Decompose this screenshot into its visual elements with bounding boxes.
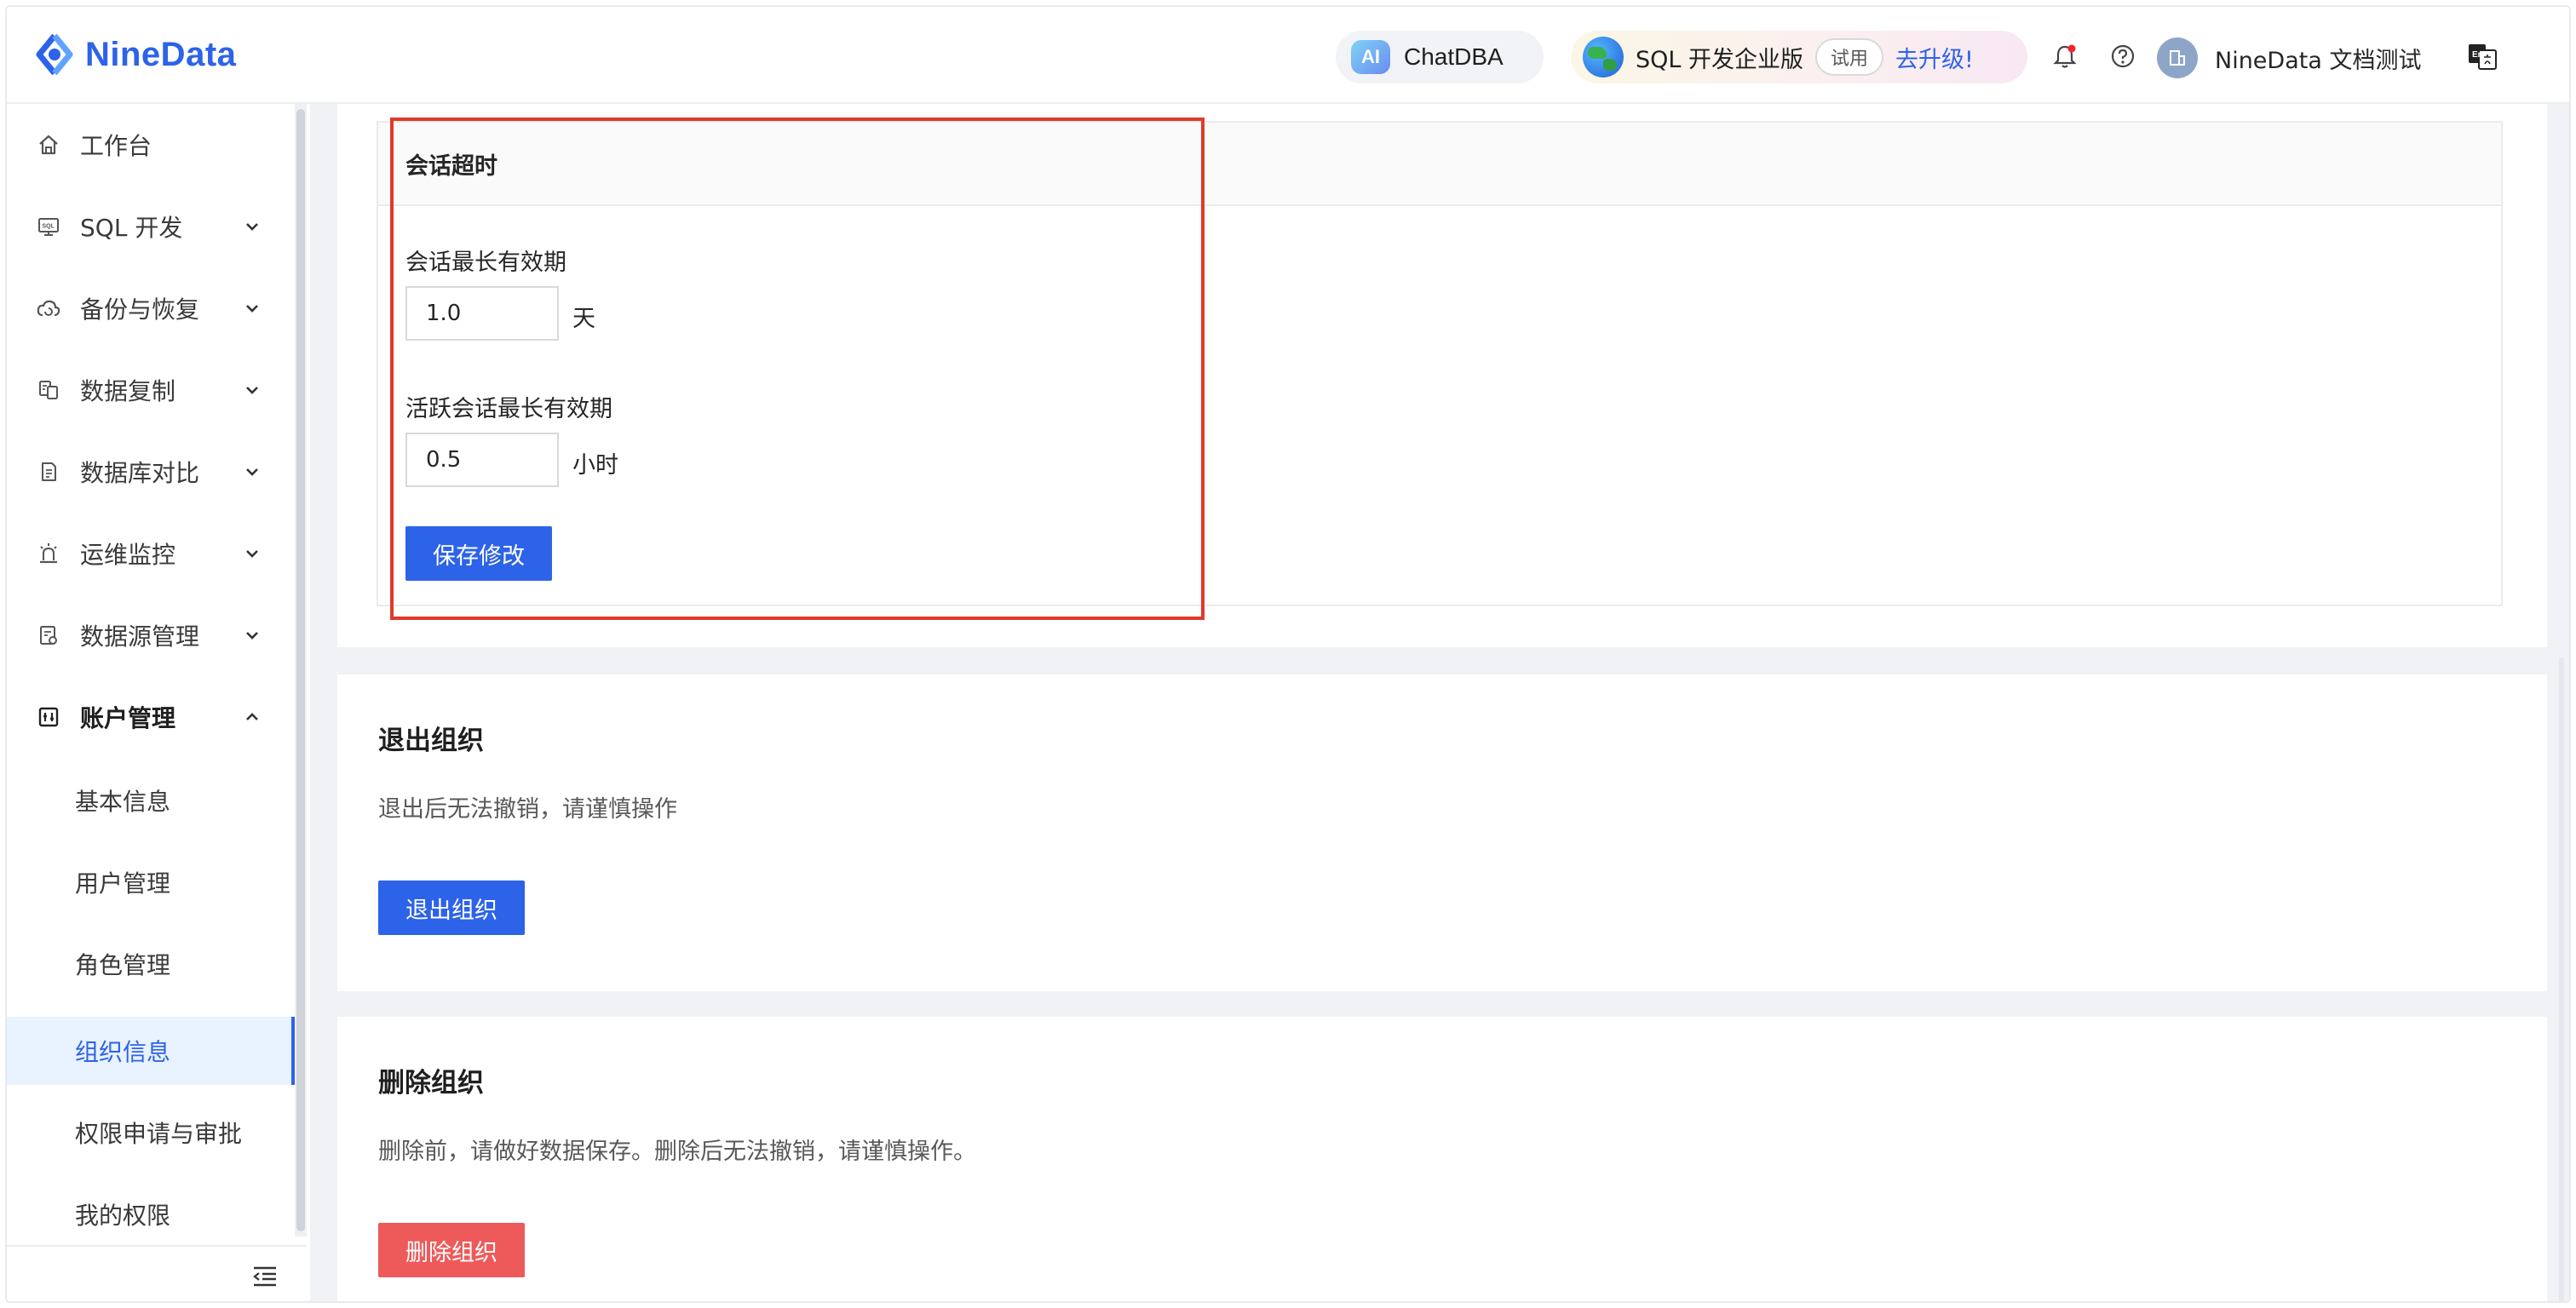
edition-label: SQL 开发企业版 <box>1636 46 1804 73</box>
sidebar-item-label: 备份与恢复 <box>80 295 200 324</box>
delete-org-button[interactable]: 删除组织 <box>378 1223 525 1277</box>
sidebar-item-label: 工作台 <box>80 132 152 160</box>
bell-icon[interactable] <box>2051 43 2079 70</box>
sidebar-item-monitoring[interactable]: 运维监控 <box>7 513 296 594</box>
delete-org-card: 删除组织 删除前，请做好数据保存。删除后无法撤销，请谨慎操作。 删除组织 <box>337 1017 2547 1301</box>
sidebar-subitem-label: 权限申请与审批 <box>75 1120 243 1148</box>
sidebar-item-account[interactable]: 账户管理 <box>7 676 296 758</box>
chevron-down-icon <box>246 632 258 640</box>
sidebar-item-label: 数据复制 <box>80 377 176 405</box>
max-session-input[interactable] <box>405 286 559 341</box>
logo[interactable]: NineData <box>32 32 236 77</box>
globe-icon <box>1583 37 1624 77</box>
leave-org-button[interactable]: 退出组织 <box>378 881 525 935</box>
chatdba-button[interactable]: AI ChatDBA <box>1336 31 1544 83</box>
chevron-down-icon <box>246 468 258 476</box>
user-menu[interactable]: NineData 文档测试 <box>2157 37 2421 78</box>
collapse-sidebar-icon[interactable] <box>250 1262 279 1291</box>
chatdba-label: ChatDBA <box>1404 43 1504 70</box>
help-icon[interactable] <box>2109 43 2136 70</box>
sidebar-subitem-org-info[interactable]: 组织信息 <box>7 1017 296 1085</box>
sidebar-item-label: 数据源管理 <box>80 622 200 651</box>
compare-icon <box>36 459 61 485</box>
max-session-label: 会话最长有效期 <box>405 250 566 276</box>
copy-icon <box>36 377 61 403</box>
logo-text: NineData <box>85 35 237 73</box>
sidebar-subitem-my-permissions[interactable]: 我的权限 <box>7 1173 296 1255</box>
active-session-label: 活跃会话最长有效期 <box>405 396 612 422</box>
sidebar-item-label: 运维监控 <box>80 541 176 569</box>
app-window: NineData AI ChatDBA SQL 开发企业版 试用 去升级! Ni… <box>5 5 2571 1303</box>
sidebar: 工作台 SQL SQL 开发 备份与恢复 数据复制 数据库对比 运维监控 数据源… <box>7 104 310 1301</box>
account-icon <box>36 704 61 730</box>
svg-text:SQL: SQL <box>43 224 55 230</box>
sidebar-footer <box>7 1245 307 1301</box>
svg-text:En: En <box>2472 50 2483 60</box>
org-avatar-icon <box>2157 37 2198 78</box>
session-timeout-title: 会话超时 <box>405 152 497 180</box>
sidebar-subitem-label: 我的权限 <box>75 1202 171 1230</box>
sidebar-subitem-permission-approval[interactable]: 权限申请与审批 <box>7 1092 296 1173</box>
chevron-down-icon <box>246 223 258 231</box>
session-timeout-panel: 会话超时 会话最长有效期 天 活跃会话最长有效期 小时 保存修改 <box>377 121 2503 606</box>
sidebar-subitem-role-management[interactable]: 角色管理 <box>7 923 296 1005</box>
chevron-down-icon <box>246 305 258 313</box>
alarm-icon <box>36 541 61 566</box>
top-header: NineData AI ChatDBA SQL 开发企业版 试用 去升级! Ni… <box>7 7 2569 104</box>
sidebar-item-workbench[interactable]: 工作台 <box>7 104 296 186</box>
delete-org-title: 删除组织 <box>378 1068 484 1099</box>
leave-org-description: 退出后无法撤销，请谨慎操作 <box>378 796 677 823</box>
active-session-unit: 小时 <box>572 452 618 479</box>
sidebar-item-label: 数据库对比 <box>80 459 200 487</box>
sidebar-item-datasource[interactable]: 数据源管理 <box>7 594 296 676</box>
delete-org-description: 删除前，请做好数据保存。删除后无法撤销，请谨慎操作。 <box>378 1139 976 1165</box>
sidebar-item-db-compare[interactable]: 数据库对比 <box>7 431 296 513</box>
main-scrollbar[interactable] <box>2559 657 2564 1301</box>
ninedata-logo-icon <box>36 33 73 76</box>
language-switch-icon[interactable]: En <box>2465 39 2499 73</box>
sidebar-subitem-basic-info[interactable]: 基本信息 <box>7 760 296 841</box>
sidebar-item-label: 账户管理 <box>80 704 176 732</box>
main-content: 会话超时 会话最长有效期 天 活跃会话最长有效期 小时 保存修改 退出组织 退出… <box>310 104 2569 1301</box>
save-changes-button[interactable]: 保存修改 <box>405 526 552 581</box>
sql-icon: SQL <box>36 214 61 239</box>
sidebar-item-backup[interactable]: 备份与恢复 <box>7 267 296 349</box>
sidebar-subitem-label: 组织信息 <box>75 1038 171 1066</box>
upgrade-link[interactable]: 去升级! <box>1895 41 1974 74</box>
max-session-unit: 天 <box>572 306 595 332</box>
sidebar-subitem-label: 用户管理 <box>75 869 171 898</box>
sidebar-scrollbar-thumb[interactable] <box>296 109 305 1231</box>
sidebar-subitem-user-management[interactable]: 用户管理 <box>7 841 296 923</box>
home-icon <box>36 132 61 158</box>
edition-banner[interactable]: SQL 开发企业版 试用 去升级! <box>1571 31 2027 83</box>
user-name: NineData 文档测试 <box>2215 47 2422 74</box>
org-settings-card: 会话超时 会话最长有效期 天 活跃会话最长有效期 小时 保存修改 <box>337 104 2547 647</box>
sidebar-subitem-label: 基本信息 <box>75 788 171 816</box>
trial-badge: 试用 <box>1815 38 1884 76</box>
sidebar-item-sql-dev[interactable]: SQL SQL 开发 <box>7 186 296 267</box>
chevron-down-icon <box>246 387 258 394</box>
chevron-up-icon <box>246 713 258 720</box>
active-session-input[interactable] <box>405 433 559 487</box>
leave-org-title: 退出组织 <box>378 726 484 756</box>
leave-org-card: 退出组织 退出后无法撤销，请谨慎操作 退出组织 <box>337 674 2547 991</box>
sidebar-item-replication[interactable]: 数据复制 <box>7 349 296 431</box>
cloud-backup-icon <box>36 295 61 321</box>
chevron-down-icon <box>246 550 258 558</box>
datasource-icon <box>36 622 61 648</box>
ai-badge-icon: AI <box>1351 40 1390 74</box>
sidebar-item-label: SQL 开发 <box>80 214 183 242</box>
sidebar-subitem-label: 角色管理 <box>75 951 171 979</box>
session-timeout-header: 会话超时 <box>378 123 2501 206</box>
